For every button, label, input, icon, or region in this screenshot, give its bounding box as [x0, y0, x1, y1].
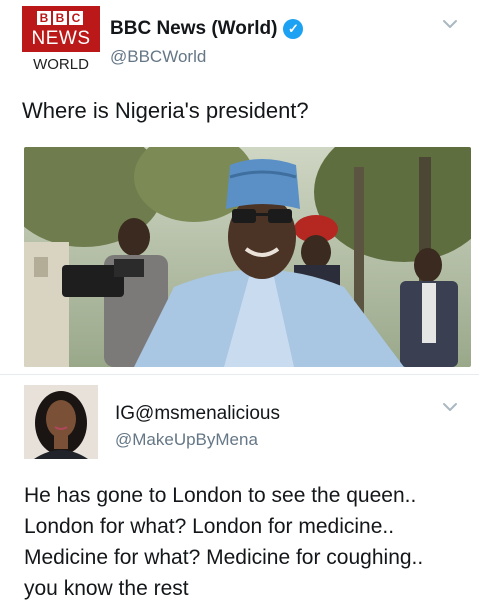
chevron-down-icon[interactable]: [442, 16, 458, 32]
bbc-world-wordmark: WORLD: [33, 56, 89, 73]
bbc-letter-blocks: B B C: [37, 11, 83, 25]
divider: [0, 374, 479, 375]
chevron-down-icon[interactable]: [442, 399, 458, 415]
author-name[interactable]: BBC News (World): [110, 18, 277, 40]
reply-text: He has gone to London to see the queen..…: [24, 480, 464, 604]
reply-author-name[interactable]: IG@msmenalicious: [115, 403, 280, 425]
bbc-letter-block: C: [69, 11, 83, 25]
bbc-logo-red-block: B B C NEWS: [22, 6, 100, 52]
author-row: BBC News (World) ✓: [110, 18, 304, 40]
avatar-portrait: [24, 385, 98, 459]
author-handle[interactable]: @BBCWorld: [110, 47, 206, 67]
reply-text-line: Medicine for what? Medicine for coughing…: [24, 546, 424, 569]
tweet-photo[interactable]: [24, 147, 471, 367]
photo-illustration: [24, 147, 471, 367]
bbc-letter-block: B: [37, 11, 51, 25]
avatar[interactable]: [24, 385, 98, 459]
verified-badge-icon: ✓: [283, 19, 304, 39]
tweet-text: Where is Nigeria's president?: [22, 98, 309, 123]
reply-text-line: He has gone to London to see the queen..: [24, 484, 417, 507]
reply-text-line: you know the rest: [24, 577, 189, 600]
reply-author-handle[interactable]: @MakeUpByMena: [115, 430, 258, 450]
bbc-news-wordmark: NEWS: [31, 28, 91, 49]
reply-text-line: London for what? London for medicine..: [24, 515, 395, 538]
tweet-header: B B C NEWS WORLD BBC News (World) ✓ @BBC…: [0, 0, 479, 80]
bbc-news-world-avatar[interactable]: B B C NEWS WORLD: [22, 6, 100, 78]
bbc-letter-block: B: [53, 11, 67, 25]
